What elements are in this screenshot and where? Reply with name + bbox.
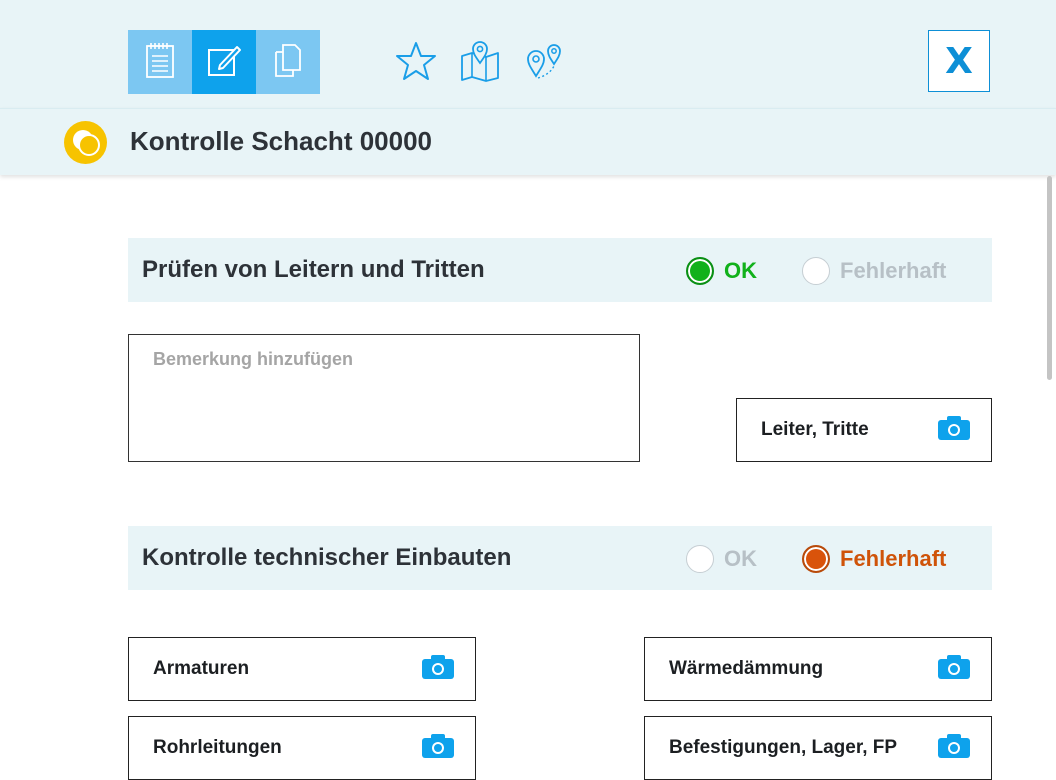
star-icon[interactable]	[395, 40, 437, 87]
photo-label: Rohrleitungen	[153, 737, 282, 758]
fault-radio[interactable]: Fehlerhaft	[802, 545, 946, 573]
camera-icon	[937, 415, 971, 446]
ok-label: OK	[724, 546, 757, 571]
map-icon[interactable]	[459, 40, 501, 87]
view-tabs	[128, 30, 320, 94]
fault-label: Fehlerhaft	[840, 258, 947, 283]
camera-icon	[937, 733, 971, 764]
edit-icon	[206, 42, 242, 83]
ok-radio[interactable]: OK	[686, 257, 757, 285]
ok-radio[interactable]: OK	[686, 545, 757, 573]
camera-icon	[421, 733, 455, 764]
close-button[interactable]: X	[928, 30, 990, 92]
documents-icon	[273, 42, 303, 83]
camera-icon	[937, 654, 971, 685]
photo-button-insulation[interactable]: Wärmedämmung	[644, 637, 992, 701]
photo-button-pipes[interactable]: Rohrleitungen	[128, 716, 476, 780]
top-toolbar: X	[0, 0, 1056, 108]
photo-label: Leiter, Tritte	[761, 419, 869, 440]
status-icon	[64, 121, 107, 164]
route-icon[interactable]	[523, 40, 565, 87]
scrollbar[interactable]	[1047, 176, 1052, 380]
photo-button-mounts[interactable]: Befestigungen, Lager, FP	[644, 716, 992, 780]
photo-button-fittings[interactable]: Armaturen	[128, 637, 476, 701]
tab-documents[interactable]	[256, 30, 320, 94]
notepad-icon	[145, 41, 175, 84]
tab-edit[interactable]	[192, 30, 256, 94]
photo-label: Armaturen	[153, 658, 250, 679]
radio-unchecked-icon	[802, 257, 830, 285]
tab-notes[interactable]	[128, 30, 192, 94]
remark-input[interactable]	[128, 334, 640, 462]
photo-label: Befestigungen, Lager, FP	[669, 737, 898, 758]
radio-unchecked-icon	[686, 545, 714, 573]
fault-label: Fehlerhaft	[840, 546, 947, 571]
photo-button-ladder[interactable]: Leiter, Tritte	[736, 398, 992, 462]
section-title: Prüfen von Leitern und Tritten	[142, 256, 485, 283]
section-title: Kontrolle technischer Einbauten	[142, 544, 512, 571]
page-title: Kontrolle Schacht 00000	[130, 126, 432, 156]
title-bar: Kontrolle Schacht 00000	[0, 108, 1056, 175]
section-header-ladders: Prüfen von Leitern und Tritten OK Fehler…	[128, 238, 992, 302]
section-header-installations: Kontrolle technischer Einbauten OK Fehle…	[128, 526, 992, 590]
photo-label: Wärmedämmung	[669, 658, 824, 679]
camera-icon	[421, 654, 455, 685]
ok-label: OK	[724, 258, 757, 283]
radio-checked-icon	[686, 257, 714, 285]
fault-radio[interactable]: Fehlerhaft	[802, 257, 946, 285]
radio-checked-icon	[802, 545, 830, 573]
